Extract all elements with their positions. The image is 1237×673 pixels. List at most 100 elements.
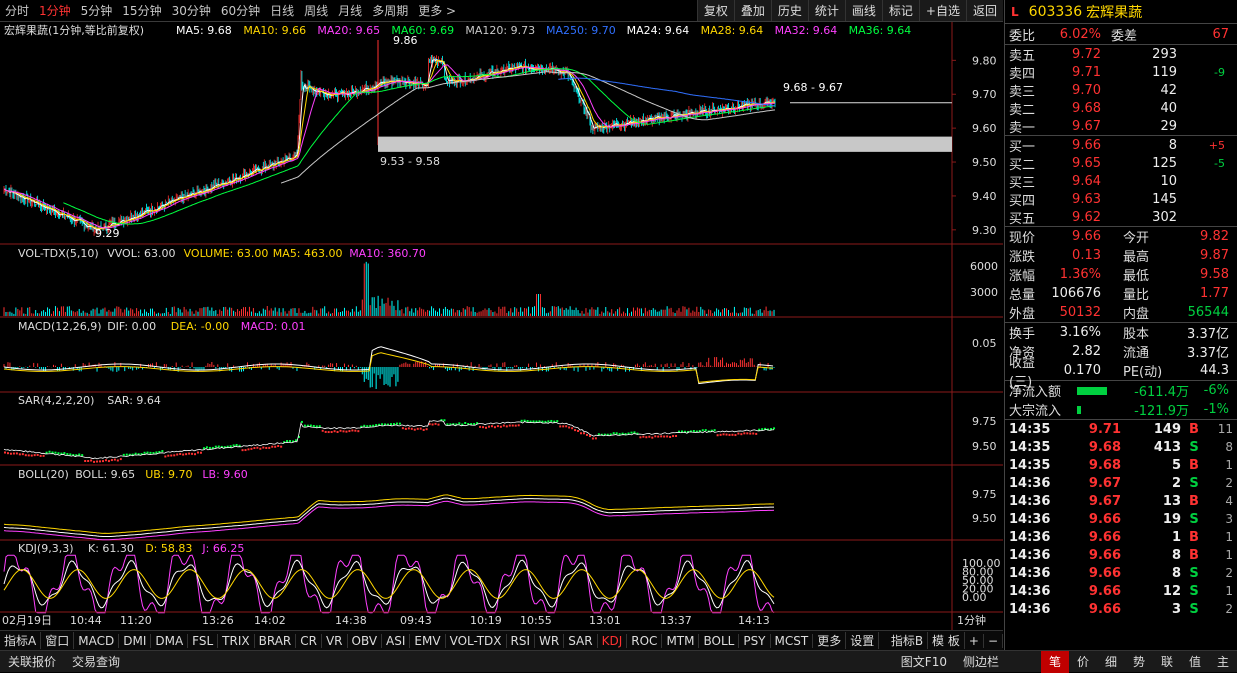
indicator-tab-19[interactable]: MTM <box>662 633 700 648</box>
macd-axis-label: 0.05 <box>972 337 997 350</box>
asks-volume: 119 <box>1152 64 1177 80</box>
indicator-tab-16[interactable]: SAR <box>564 633 598 648</box>
sar-dot <box>648 435 651 438</box>
x-axis-label: 14:38 <box>335 614 367 627</box>
asks-volume: 29 <box>1160 118 1177 134</box>
template-button-2[interactable]: + <box>965 633 984 648</box>
indicator-tab-14[interactable]: RSI <box>507 633 536 648</box>
macd-legend: MACD: 0.01 <box>241 320 306 333</box>
indicator-tab-11[interactable]: ASI <box>382 633 411 648</box>
right-tab-0[interactable]: 笔 <box>1041 651 1069 673</box>
indicator-tab-4[interactable]: DMA <box>151 633 189 648</box>
status-right-link-1[interactable]: 侧边栏 <box>955 653 1007 670</box>
tool-button-5[interactable]: 标记 <box>881 0 919 21</box>
status-right-link-0[interactable]: 图文F10 <box>893 653 955 670</box>
tick-list[interactable]: 14:35 9.71 149 B 11 14:35 9.68 413 S 8 14:35 9.68 5 B… <box>1005 420 1237 618</box>
sar-dot <box>458 422 461 425</box>
period-tab-4[interactable]: 30分钟 <box>167 2 216 19</box>
template-button-3[interactable]: − <box>984 633 1003 648</box>
period-tab-7[interactable]: 周线 <box>299 2 333 19</box>
period-tab-2[interactable]: 5分钟 <box>76 2 118 19</box>
period-tab-6[interactable]: 日线 <box>265 2 299 19</box>
stats2-label-2: PE(动) <box>1123 365 1163 380</box>
asks-label: 卖二 <box>1009 102 1036 118</box>
sar-dot <box>15 452 18 455</box>
indicator-tab-15[interactable]: WR <box>535 633 565 648</box>
indicator-tab-8[interactable]: CR <box>296 633 322 648</box>
status-link-1[interactable]: 交易查询 <box>64 653 128 670</box>
period-tab-5[interactable]: 60分钟 <box>216 2 265 19</box>
sar-dot <box>413 428 416 431</box>
tick-price: 9.66 <box>1088 547 1121 563</box>
sar-dot <box>345 430 348 433</box>
period-tab-9[interactable]: 多周期 <box>367 2 413 19</box>
sar-dot <box>514 424 517 427</box>
tool-button-3[interactable]: 统计 <box>807 0 845 21</box>
sar-dot <box>333 430 336 433</box>
tool-button-6[interactable]: +自选 <box>918 0 966 21</box>
kline-chart-area[interactable]: 宏辉果蔬(1分钟,等比前复权) MA5: 9.68 MA10: 9.66 MA20: … <box>0 22 1003 630</box>
indicator-tab-7[interactable]: BRAR <box>255 633 297 648</box>
indicator-tab-12[interactable]: EMV <box>410 633 446 648</box>
tool-button-1[interactable]: 叠加 <box>733 0 771 21</box>
indicator-tab-24[interactable]: 设置 <box>846 632 880 649</box>
sar-dot <box>375 424 378 427</box>
period-tab-10[interactable]: 更多 > <box>413 2 461 19</box>
indicator-tab-0[interactable]: 指标A <box>0 632 42 649</box>
indicator-tab-22[interactable]: MCST <box>771 633 814 648</box>
sar-dot <box>42 454 45 457</box>
asks-row: 卖三 9.70 42 <box>1005 81 1237 100</box>
asks-row: 卖二 9.68 40 <box>1005 99 1237 118</box>
indicator-tab-18[interactable]: ROC <box>627 633 663 648</box>
indicator-tab-20[interactable]: BOLL <box>699 633 740 648</box>
template-button-1[interactable]: 模 板 <box>928 632 965 649</box>
indicator-tab-9[interactable]: VR <box>322 633 348 648</box>
indicator-tab-6[interactable]: TRIX <box>218 633 255 648</box>
price-axis-label: 9.60 <box>972 122 997 135</box>
right-tab-2[interactable]: 细 <box>1097 651 1125 673</box>
tool-button-4[interactable]: 画线 <box>844 0 882 21</box>
tool-button-2[interactable]: 历史 <box>770 0 808 21</box>
bids-volume: 145 <box>1152 191 1177 207</box>
sar-dot <box>27 454 30 457</box>
period-tab-1[interactable]: 1分钟 <box>34 2 76 19</box>
indicator-tab-2[interactable]: MACD <box>74 633 120 648</box>
sar-dot <box>526 420 529 423</box>
right-tab-1[interactable]: 价 <box>1069 651 1097 673</box>
indicator-tab-21[interactable]: PSY <box>739 633 771 648</box>
sar-dot <box>482 426 485 429</box>
sar-dot <box>633 431 636 434</box>
sar-dot <box>250 447 253 450</box>
bids-row: 买四 9.63 145 <box>1005 190 1237 209</box>
indicator-tab-13[interactable]: VOL-TDX <box>446 633 507 648</box>
indicator-tab-23[interactable]: 更多 <box>813 632 847 649</box>
zone-annotation: 9.53 - 9.58 <box>380 155 440 168</box>
flow-bar <box>1077 386 1107 395</box>
tool-button-0[interactable]: 复权 <box>696 0 734 21</box>
indicator-tab-17[interactable]: KDJ <box>598 633 628 648</box>
period-tab-8[interactable]: 月线 <box>333 2 367 19</box>
indicator-tab-3[interactable]: DMI <box>119 633 152 648</box>
right-tab-4[interactable]: 联 <box>1153 651 1181 673</box>
tool-button-7[interactable]: 返回 <box>965 0 1003 21</box>
sar-dot <box>241 449 244 452</box>
period-tab-3[interactable]: 15分钟 <box>117 2 166 19</box>
status-link-0[interactable]: 关联报价 <box>0 653 64 670</box>
sar-dot <box>90 459 93 462</box>
tick-row: 14:36 9.66 8 B 1 <box>1005 546 1237 564</box>
indicator-tab-1[interactable]: 窗口 <box>41 632 75 649</box>
right-tab-3[interactable]: 势 <box>1125 651 1153 673</box>
sar-dot <box>392 423 395 426</box>
bids-row: 买三 9.64 10 <box>1005 172 1237 191</box>
indicator-tab-10[interactable]: OBV <box>348 633 383 648</box>
template-button-0[interactable]: 指标B <box>887 632 929 649</box>
period-tab-0[interactable]: 分时 <box>0 2 34 19</box>
tick-price: 9.66 <box>1088 529 1121 545</box>
sar-dot <box>434 422 437 425</box>
right-tab-5[interactable]: 值 <box>1181 651 1209 673</box>
right-tab-6[interactable]: 主 <box>1209 651 1237 673</box>
tick-time: 14:36 <box>1009 547 1051 563</box>
tick-count: 11 <box>1217 422 1233 436</box>
indicator-tab-5[interactable]: FSL <box>188 633 219 648</box>
sar-dot <box>208 446 211 449</box>
